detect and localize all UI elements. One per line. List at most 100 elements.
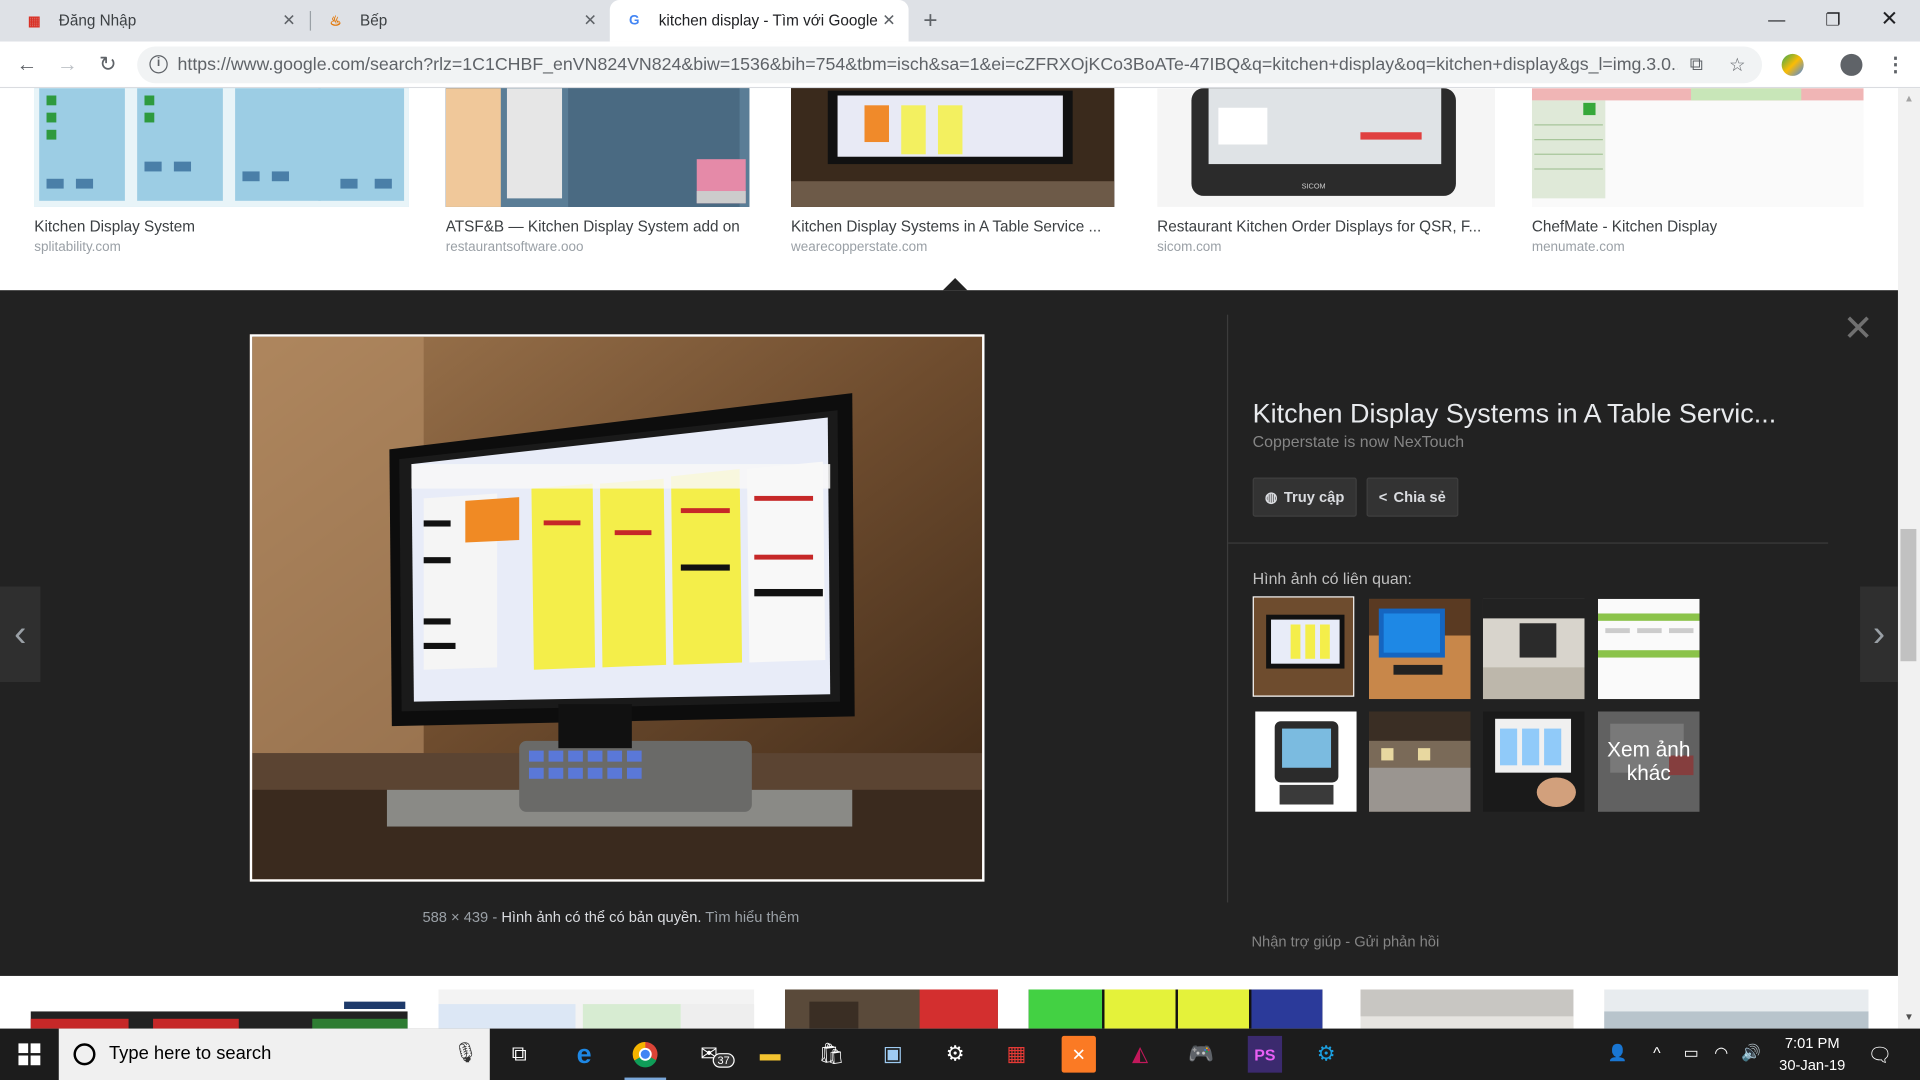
panel-divider xyxy=(1228,542,1829,544)
scroll-down-icon[interactable]: ▼ xyxy=(1904,1011,1914,1022)
battery-icon[interactable]: ▭ xyxy=(1684,1043,1699,1063)
result-caption[interactable]: Restaurant Kitchen Order Displays for QS… xyxy=(1157,218,1495,235)
close-icon[interactable]: ✕ xyxy=(1843,310,1874,348)
back-icon[interactable]: ← xyxy=(12,51,41,78)
app-grid-icon[interactable]: ▦ xyxy=(996,1036,1038,1073)
panel-pointer xyxy=(942,277,968,291)
related-image[interactable] xyxy=(1368,598,1471,700)
result-caption[interactable]: Kitchen Display System xyxy=(34,218,195,235)
microphone-icon[interactable]: 🎙 xyxy=(453,1041,478,1065)
info-icon[interactable]: i xyxy=(149,55,168,74)
restore-icon[interactable]: ❐ xyxy=(1805,0,1861,39)
close-icon[interactable]: ✕ xyxy=(279,11,299,31)
people-icon[interactable]: 👤 xyxy=(1608,1043,1628,1063)
feedback-link[interactable]: Gửi phản hồi xyxy=(1354,933,1439,950)
share-button[interactable]: < Chia sẻ xyxy=(1366,477,1459,517)
tray-chevron-icon[interactable]: ^ xyxy=(1653,1043,1660,1061)
edge-icon[interactable]: e xyxy=(563,1036,605,1073)
url-text[interactable]: https://www.google.com/search?rlz=1C1CHB… xyxy=(178,55,1678,75)
file-explorer-icon[interactable]: ▬ xyxy=(749,1036,791,1073)
result-source: wearecopperstate.com xyxy=(791,240,928,255)
chrome-icon[interactable] xyxy=(624,1036,667,1080)
more-images-label: Xem ảnh khác xyxy=(1597,711,1700,812)
related-image[interactable] xyxy=(1482,711,1585,812)
profile-icon[interactable] xyxy=(1840,53,1863,76)
result-thumbnail[interactable] xyxy=(1360,989,1574,1029)
notification-icon[interactable]: 🗨 xyxy=(1867,1043,1892,1067)
mail-badge: 37 xyxy=(712,1053,735,1068)
result-thumbnail[interactable]: SICOM xyxy=(1157,88,1496,207)
close-icon[interactable]: ✕ xyxy=(879,11,899,31)
new-tab-icon[interactable]: + xyxy=(923,7,937,35)
related-image[interactable] xyxy=(1597,598,1700,700)
minimize-icon[interactable]: — xyxy=(1749,0,1805,39)
tab-title: kitchen display - Tìm với Google xyxy=(658,12,878,30)
taskbar-search[interactable]: Type here to search 🎙 xyxy=(58,1028,490,1080)
scroll-up-icon[interactable]: ▲ xyxy=(1904,93,1914,104)
result-thumbnail[interactable] xyxy=(30,989,408,1029)
search-placeholder[interactable]: Type here to search xyxy=(109,1043,271,1064)
result-caption[interactable]: ATSF&B — Kitchen Display System add on xyxy=(446,218,740,235)
meta-separator: - xyxy=(492,908,498,926)
related-image[interactable] xyxy=(1255,711,1357,812)
tab-dang-nhap[interactable]: ▦ Đăng Nhập ✕ xyxy=(0,0,309,42)
panel-title[interactable]: Kitchen Display Systems in A Table Servi… xyxy=(1253,398,1777,430)
translate-icon[interactable]: ⧉ xyxy=(1690,54,1703,75)
page-scrollbar[interactable]: ▲ ▼ xyxy=(1897,88,1920,1029)
window-close-icon[interactable]: ✕ xyxy=(1861,0,1917,39)
scrollbar-thumb[interactable] xyxy=(1900,528,1917,662)
phpstorm-icon[interactable]: PS xyxy=(1247,1035,1283,1073)
address-bar[interactable]: i https://www.google.com/search?rlz=1C1C… xyxy=(137,46,1763,84)
help-link[interactable]: Nhận trợ giúp xyxy=(1251,933,1341,950)
start-button[interactable] xyxy=(0,1029,59,1080)
learn-more-link[interactable]: Tìm hiểu thêm xyxy=(705,909,799,926)
menu-icon[interactable]: ⋮ xyxy=(1886,53,1906,77)
result-thumbnail[interactable] xyxy=(1604,989,1869,1029)
result-caption[interactable]: Kitchen Display Systems in A Table Servi… xyxy=(791,218,1114,235)
store-icon[interactable]: 🛍 xyxy=(811,1036,853,1073)
previous-arrow-icon[interactable]: ‹ xyxy=(0,586,41,683)
tab-kitchen-display[interactable]: G kitchen display - Tìm với Google ✕ xyxy=(609,0,909,42)
result-caption[interactable]: ChefMate - Kitchen Display xyxy=(1532,218,1717,235)
extension-icon[interactable] xyxy=(1781,53,1804,76)
result-thumbnail[interactable] xyxy=(438,989,755,1029)
forward-icon[interactable]: → xyxy=(53,51,82,78)
more-images-tile[interactable]: Xem ảnh khác xyxy=(1597,711,1700,812)
close-icon[interactable]: ✕ xyxy=(580,11,600,31)
mail-icon[interactable]: ✉ 37 xyxy=(688,1036,735,1073)
image-dimensions: 588 × 439 xyxy=(422,908,489,926)
gamepad-icon[interactable]: 🎮 xyxy=(1180,1036,1222,1073)
task-view-icon[interactable]: ⧉ xyxy=(498,1036,540,1073)
related-image[interactable] xyxy=(1368,711,1471,812)
image-preview-panel: ‹ 588 × 439 - Hình ảnh có thể có bản quy… xyxy=(0,290,1898,976)
windows-taskbar: Type here to search 🎙 ⧉ e ✉ 37 ▬ 🛍 ▣ ⚙ ▦… xyxy=(0,1028,1920,1080)
settings-gear-icon[interactable]: ⚙ xyxy=(934,1036,976,1073)
tab-strip: ▦ Đăng Nhập ✕ ♨ Bếp ✕ G kitchen display … xyxy=(0,0,1920,42)
reload-icon[interactable]: ↻ xyxy=(93,51,122,78)
result-thumbnail[interactable] xyxy=(784,989,998,1029)
taskbar-clock[interactable]: 7:01 PM 30-Jan-19 xyxy=(1769,1032,1855,1076)
visit-button[interactable]: ◍ Truy cập xyxy=(1252,477,1357,517)
result-thumbnail[interactable] xyxy=(1531,88,1864,207)
predator-icon[interactable]: ◭ xyxy=(1119,1036,1161,1073)
result-thumbnail[interactable] xyxy=(791,88,1115,207)
chef-icon: ♨ xyxy=(329,14,342,29)
footer-separator: - xyxy=(1345,933,1351,951)
result-thumbnail[interactable] xyxy=(445,88,750,207)
volume-icon[interactable]: 🔊 xyxy=(1741,1043,1761,1063)
tab-bep[interactable]: ♨ Bếp ✕ xyxy=(311,0,610,42)
related-image[interactable] xyxy=(1252,596,1355,697)
result-thumbnail[interactable] xyxy=(1028,989,1323,1029)
photos-icon[interactable]: ▣ xyxy=(872,1036,914,1073)
next-arrow-icon[interactable]: › xyxy=(1860,586,1898,683)
related-image[interactable] xyxy=(1482,598,1585,700)
steam-icon[interactable]: ⚙ xyxy=(1305,1036,1347,1073)
xampp-icon[interactable]: ✕ xyxy=(1061,1035,1096,1073)
result-thumbnail[interactable] xyxy=(34,88,409,207)
clock-date: 30-Jan-19 xyxy=(1779,1056,1846,1074)
preview-image[interactable] xyxy=(249,334,985,882)
star-icon[interactable]: ☆ xyxy=(1729,54,1745,76)
wifi-icon[interactable]: ◠ xyxy=(1714,1043,1728,1063)
results-row-top: Kitchen Display System splitability.com … xyxy=(0,88,1898,289)
clock-time: 7:01 PM xyxy=(1784,1034,1840,1052)
